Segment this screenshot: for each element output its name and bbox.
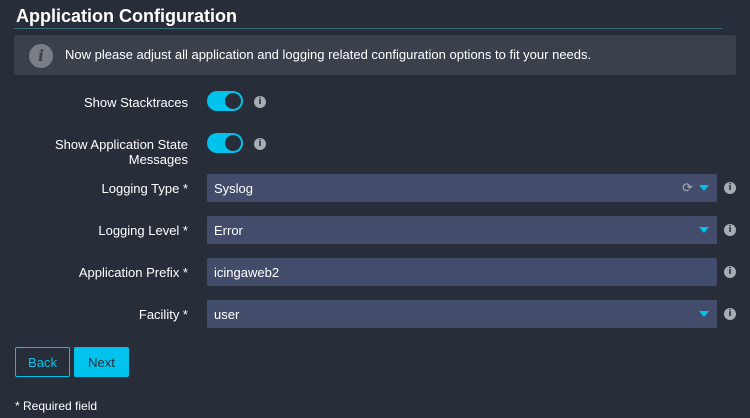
- application-prefix-field: [207, 258, 717, 286]
- logging-type-value: Syslog: [214, 181, 254, 196]
- show-state-messages-label: Show Application State Messages: [55, 137, 188, 167]
- logging-level-help-icon[interactable]: i: [724, 224, 736, 236]
- logging-type-label: Logging Type *: [101, 181, 189, 196]
- logging-type-select[interactable]: Syslog ⟳: [207, 174, 717, 202]
- application-prefix-help-icon[interactable]: i: [724, 266, 736, 278]
- page-title: Application Configuration: [16, 6, 237, 26]
- reload-icon[interactable]: ⟳: [682, 181, 693, 195]
- info-box: i Now please adjust all application and …: [14, 35, 736, 75]
- toggle-knob: [225, 93, 241, 109]
- info-text: Now please adjust all application and lo…: [65, 47, 592, 62]
- chevron-down-icon[interactable]: [699, 185, 709, 191]
- application-prefix-input[interactable]: [207, 258, 717, 286]
- facility-select[interactable]: user: [207, 300, 717, 328]
- show-state-messages-help-icon[interactable]: i: [254, 138, 266, 150]
- chevron-down-icon[interactable]: [699, 227, 709, 233]
- toggle-knob: [225, 135, 241, 151]
- show-state-messages-label-line1: Show Application State: [55, 137, 188, 152]
- required-field-note: * Required field: [15, 399, 98, 413]
- facility-help-icon[interactable]: i: [724, 308, 736, 320]
- show-stacktraces-toggle[interactable]: [207, 91, 243, 111]
- show-stacktraces-help-icon[interactable]: i: [254, 96, 266, 108]
- application-prefix-label: Application Prefix *: [78, 265, 188, 280]
- info-icon: i: [29, 44, 53, 68]
- facility-label: Facility *: [138, 307, 188, 322]
- chevron-down-icon[interactable]: [699, 311, 709, 317]
- show-state-messages-label-line2: Messages: [128, 152, 188, 167]
- logging-type-help-icon[interactable]: i: [724, 182, 736, 194]
- logging-level-value: Error: [214, 223, 243, 238]
- next-button[interactable]: Next: [74, 347, 129, 377]
- title-divider: [14, 28, 722, 29]
- show-stacktraces-label: Show Stacktraces: [83, 95, 188, 110]
- logging-level-label: Logging Level *: [98, 223, 188, 238]
- facility-value: user: [214, 307, 240, 322]
- show-state-messages-toggle[interactable]: [207, 133, 243, 153]
- back-button[interactable]: Back: [15, 347, 70, 377]
- logging-level-select[interactable]: Error: [207, 216, 717, 244]
